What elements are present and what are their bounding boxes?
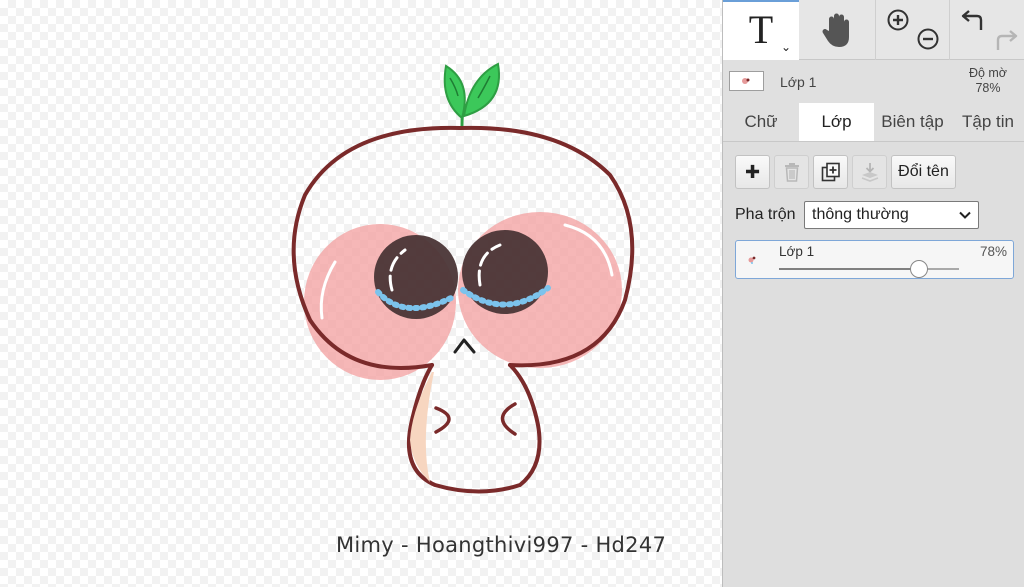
layer-row-name: Lớp 1 xyxy=(779,244,815,259)
hand-tool-button[interactable] xyxy=(803,0,873,60)
artwork-drawing xyxy=(291,62,635,494)
left-leaf xyxy=(443,64,466,120)
tab-text[interactable]: Chữ xyxy=(723,103,799,141)
hand-icon xyxy=(822,13,849,47)
zoom-controls xyxy=(875,0,949,60)
merge-layer-button[interactable] xyxy=(852,155,887,189)
layer-thumbnail xyxy=(729,71,764,91)
layer-list-item[interactable]: Lớp 1 78% xyxy=(735,240,1014,279)
panel-tabs: Chữ Lớp Biên tập Tập tin xyxy=(723,103,1024,141)
nose xyxy=(453,338,476,354)
duplicate-layer-button[interactable] xyxy=(813,155,848,189)
chevron-down-icon[interactable]: ⌄ xyxy=(781,40,791,54)
merge-down-icon xyxy=(861,163,878,182)
delete-layer-button[interactable] xyxy=(774,155,809,189)
layers-tab-panel: ✚ Đổi tên Pha trộn thông thường Lớp 1 78… xyxy=(723,141,1024,587)
chevron-down-icon xyxy=(959,211,971,219)
text-tool-glyph: T xyxy=(748,6,774,52)
redo-icon[interactable] xyxy=(992,28,1018,52)
zoom-out-icon[interactable] xyxy=(916,27,940,51)
blend-mode-value: thông thường xyxy=(812,206,909,223)
tab-edit[interactable]: Biên tập xyxy=(874,103,951,141)
layer-row-thumbnail xyxy=(748,256,756,264)
opacity-value: 78% xyxy=(975,81,1001,95)
current-layer-name: Lớp 1 xyxy=(780,74,817,90)
duplicate-icon xyxy=(821,162,840,182)
right-eye xyxy=(462,230,548,314)
drawing-canvas[interactable]: Mimy - Hoangthivi997 - Hd247 xyxy=(0,0,722,587)
rename-layer-button[interactable]: Đổi tên xyxy=(891,155,956,189)
blend-mode-label: Pha trộn xyxy=(735,206,796,223)
body-left-mark xyxy=(434,406,451,434)
layer-opacity-slider-fill xyxy=(779,268,919,270)
current-layer-info: Lớp 1 Độ mờ 78% xyxy=(723,61,1024,101)
undo-icon[interactable] xyxy=(961,8,987,32)
history-controls xyxy=(949,0,1024,60)
tab-file[interactable]: Tập tin xyxy=(951,103,1024,141)
layer-row-opacity: 78% xyxy=(979,244,1007,259)
toolbar: T ⌄ xyxy=(723,0,1024,60)
add-layer-button[interactable]: ✚ xyxy=(735,155,770,189)
tab-layers[interactable]: Lớp xyxy=(799,103,874,141)
opacity-readout: Độ mờ 78% xyxy=(969,66,1007,96)
layer-opacity-slider-handle[interactable] xyxy=(910,260,928,278)
side-panel: T ⌄ Lớp 1 Độ mờ 78% Chữ Lớp Biên tập Tập… xyxy=(722,0,1024,587)
blend-mode-select[interactable]: thông thường xyxy=(804,201,979,229)
layer-opacity-slider[interactable] xyxy=(779,260,959,278)
opacity-label: Độ mờ xyxy=(968,66,1007,80)
right-leaf xyxy=(462,62,500,118)
body-right-mark xyxy=(500,402,517,436)
artwork-signature: Mimy - Hoangthivi997 - Hd247 xyxy=(336,533,667,557)
text-tool-button[interactable]: T ⌄ xyxy=(723,0,799,60)
plus-icon: ✚ xyxy=(744,161,761,182)
trash-icon xyxy=(784,163,799,182)
zoom-in-icon[interactable] xyxy=(886,8,910,32)
